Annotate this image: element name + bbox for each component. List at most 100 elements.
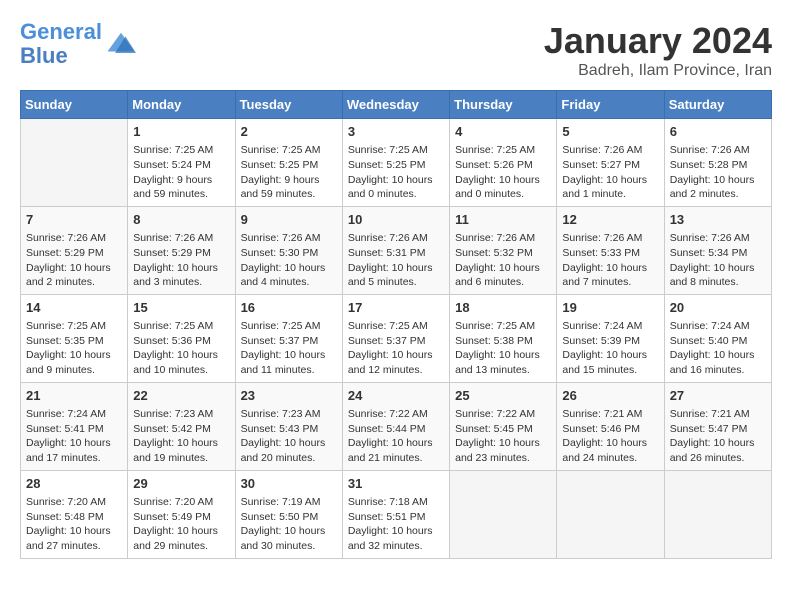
day-info: Sunrise: 7:26 AMSunset: 5:29 PMDaylight:… [133,231,229,290]
day-info: Sunrise: 7:26 AMSunset: 5:34 PMDaylight:… [670,231,766,290]
day-number: 13 [670,211,766,229]
calendar-cell: 20Sunrise: 7:24 AMSunset: 5:40 PMDayligh… [664,294,771,382]
weekday-header-cell: Tuesday [235,91,342,119]
day-number: 19 [562,299,658,317]
day-info: Sunrise: 7:26 AMSunset: 5:33 PMDaylight:… [562,231,658,290]
calendar-body: 1 Sunrise: 7:25 AMSunset: 5:24 PMDaylight… [21,119,772,559]
calendar-cell: 5 Sunrise: 7:26 AMSunset: 5:27 PMDaylight… [557,119,664,207]
calendar-cell: 21 Sunrise: 7:24 AMSunset: 5:41 PMDayligh… [21,382,128,470]
calendar-cell: 28Sunrise: 7:20 AMSunset: 5:48 PMDayligh… [21,470,128,558]
day-info: Sunrise: 7:25 AMSunset: 5:35 PMDaylight:… [26,319,122,378]
day-info: Sunrise: 7:25 AMSunset: 5:25 PMDaylight:… [348,143,444,202]
calendar-table: SundayMondayTuesdayWednesdayThursdayFrid… [20,90,772,559]
calendar-cell [21,119,128,207]
day-number: 15 [133,299,229,317]
day-info: Sunrise: 7:23 AMSunset: 5:42 PMDaylight:… [133,407,229,466]
day-number: 25 [455,387,551,405]
day-info: Sunrise: 7:26 AMSunset: 5:27 PMDaylight:… [562,143,658,202]
weekday-header-cell: Sunday [21,91,128,119]
day-number: 5 [562,123,658,141]
calendar-cell: 9 Sunrise: 7:26 AMSunset: 5:30 PMDaylight… [235,206,342,294]
calendar-cell [557,470,664,558]
day-info: Sunrise: 7:22 AMSunset: 5:45 PMDaylight:… [455,407,551,466]
day-number: 22 [133,387,229,405]
logo-text: GeneralBlue [20,20,102,68]
page-header: GeneralBlue January 2024 Badreh, Ilam Pr… [20,20,772,80]
calendar-cell: 4 Sunrise: 7:25 AMSunset: 5:26 PMDaylight… [450,119,557,207]
day-number: 24 [348,387,444,405]
weekday-header-cell: Saturday [664,91,771,119]
day-info: Sunrise: 7:25 AMSunset: 5:25 PMDaylight:… [241,143,337,202]
weekday-header-cell: Thursday [450,91,557,119]
day-number: 17 [348,299,444,317]
calendar-cell: 18 Sunrise: 7:25 AMSunset: 5:38 PMDayligh… [450,294,557,382]
calendar-cell: 3 Sunrise: 7:25 AMSunset: 5:25 PMDaylight… [342,119,449,207]
calendar-cell: 22 Sunrise: 7:23 AMSunset: 5:42 PMDayligh… [128,382,235,470]
calendar-cell: 11Sunrise: 7:26 AMSunset: 5:32 PMDayligh… [450,206,557,294]
calendar-cell: 24 Sunrise: 7:22 AMSunset: 5:44 PMDayligh… [342,382,449,470]
day-info: Sunrise: 7:25 AMSunset: 5:37 PMDaylight:… [348,319,444,378]
day-info: Sunrise: 7:20 AMSunset: 5:49 PMDaylight:… [133,495,229,554]
day-number: 21 [26,387,122,405]
calendar-cell: 16Sunrise: 7:25 AMSunset: 5:37 PMDayligh… [235,294,342,382]
day-info: Sunrise: 7:25 AMSunset: 5:37 PMDaylight:… [241,319,337,378]
day-info: Sunrise: 7:25 AMSunset: 5:26 PMDaylight:… [455,143,551,202]
calendar-cell [450,470,557,558]
day-number: 7 [26,211,122,229]
calendar-cell: 7Sunrise: 7:26 AMSunset: 5:29 PMDaylight… [21,206,128,294]
calendar-cell: 30Sunrise: 7:19 AMSunset: 5:50 PMDayligh… [235,470,342,558]
day-info: Sunrise: 7:24 AMSunset: 5:39 PMDaylight:… [562,319,658,378]
weekday-header-cell: Wednesday [342,91,449,119]
calendar-cell: 26 Sunrise: 7:21 AMSunset: 5:46 PMDayligh… [557,382,664,470]
day-number: 6 [670,123,766,141]
logo: GeneralBlue [20,20,136,68]
day-number: 1 [133,123,229,141]
day-info: Sunrise: 7:26 AMSunset: 5:28 PMDaylight:… [670,143,766,202]
day-info: Sunrise: 7:18 AMSunset: 5:51 PMDaylight:… [348,495,444,554]
day-number: 27 [670,387,766,405]
calendar-week-row: 28Sunrise: 7:20 AMSunset: 5:48 PMDayligh… [21,470,772,558]
logo-icon [106,29,136,59]
weekday-header-row: SundayMondayTuesdayWednesdayThursdayFrid… [21,91,772,119]
day-number: 3 [348,123,444,141]
day-number: 29 [133,475,229,493]
day-number: 18 [455,299,551,317]
day-number: 4 [455,123,551,141]
calendar-cell: 14Sunrise: 7:25 AMSunset: 5:35 PMDayligh… [21,294,128,382]
day-info: Sunrise: 7:22 AMSunset: 5:44 PMDaylight:… [348,407,444,466]
calendar-week-row: 1 Sunrise: 7:25 AMSunset: 5:24 PMDaylight… [21,119,772,207]
day-info: Sunrise: 7:20 AMSunset: 5:48 PMDaylight:… [26,495,122,554]
calendar-cell: 6 Sunrise: 7:26 AMSunset: 5:28 PMDaylight… [664,119,771,207]
day-info: Sunrise: 7:25 AMSunset: 5:38 PMDaylight:… [455,319,551,378]
calendar-subtitle: Badreh, Ilam Province, Iran [544,62,772,80]
calendar-cell: 2 Sunrise: 7:25 AMSunset: 5:25 PMDaylight… [235,119,342,207]
calendar-title: January 2024 [544,20,772,62]
day-number: 8 [133,211,229,229]
day-number: 11 [455,211,551,229]
day-number: 30 [241,475,337,493]
day-info: Sunrise: 7:21 AMSunset: 5:46 PMDaylight:… [562,407,658,466]
calendar-cell: 13 Sunrise: 7:26 AMSunset: 5:34 PMDayligh… [664,206,771,294]
day-info: Sunrise: 7:24 AMSunset: 5:40 PMDaylight:… [670,319,766,378]
calendar-week-row: 7 Sunrise: 7:26 AMSunset: 5:29 PMDaylight… [21,206,772,294]
calendar-cell: 1 Sunrise: 7:25 AMSunset: 5:24 PMDaylight… [128,119,235,207]
calendar-week-row: 14Sunrise: 7:25 AMSunset: 5:35 PMDayligh… [21,294,772,382]
day-info: Sunrise: 7:24 AMSunset: 5:41 PMDaylight:… [26,407,122,466]
day-info: Sunrise: 7:26 AMSunset: 5:31 PMDaylight:… [348,231,444,290]
day-info: Sunrise: 7:25 AMSunset: 5:36 PMDaylight:… [133,319,229,378]
day-info: Sunrise: 7:25 AMSunset: 5:24 PMDaylight:… [133,143,229,202]
day-number: 2 [241,123,337,141]
calendar-cell: 12Sunrise: 7:26 AMSunset: 5:33 PMDayligh… [557,206,664,294]
calendar-cell: 29 Sunrise: 7:20 AMSunset: 5:49 PMDayligh… [128,470,235,558]
day-number: 9 [241,211,337,229]
calendar-cell: 17 Sunrise: 7:25 AMSunset: 5:37 PMDayligh… [342,294,449,382]
day-info: Sunrise: 7:26 AMSunset: 5:30 PMDaylight:… [241,231,337,290]
calendar-cell: 31Sunrise: 7:18 AMSunset: 5:51 PMDayligh… [342,470,449,558]
calendar-cell: 25 Sunrise: 7:22 AMSunset: 5:45 PMDayligh… [450,382,557,470]
day-number: 23 [241,387,337,405]
weekday-header-cell: Friday [557,91,664,119]
day-info: Sunrise: 7:23 AMSunset: 5:43 PMDaylight:… [241,407,337,466]
calendar-week-row: 21 Sunrise: 7:24 AMSunset: 5:41 PMDayligh… [21,382,772,470]
day-info: Sunrise: 7:21 AMSunset: 5:47 PMDaylight:… [670,407,766,466]
day-number: 26 [562,387,658,405]
